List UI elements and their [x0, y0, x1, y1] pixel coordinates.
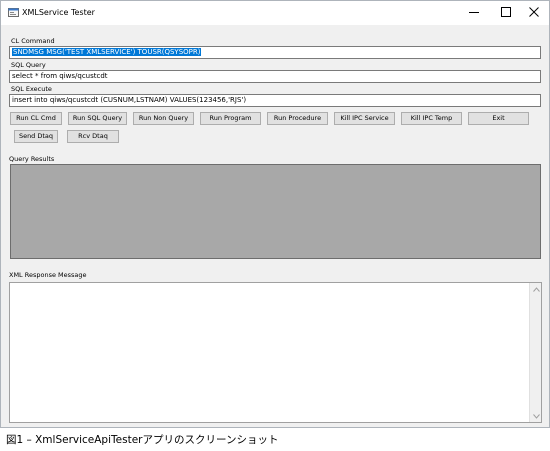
scroll-down-button[interactable] — [530, 410, 542, 422]
maximize-button[interactable] — [491, 1, 521, 23]
sql-query-input[interactable]: select * from qiws/qcustcdt — [9, 70, 541, 83]
query-results-grid[interactable] — [10, 164, 541, 259]
xml-response-textarea[interactable] — [9, 282, 542, 423]
xml-response-scrollbar[interactable] — [529, 283, 541, 422]
title-bar[interactable]: XMLService Tester — [1, 1, 549, 25]
sql-query-value: select * from qiws/qcustcdt — [12, 72, 108, 80]
sql-execute-value: insert into qiws/qcustcdt (CUSNUM,LSTNAM… — [12, 96, 247, 104]
run-procedure-button[interactable]: Run Procedure — [267, 112, 328, 125]
close-icon — [529, 7, 539, 17]
run-sql-query-button[interactable]: Run SQL Query — [68, 112, 127, 125]
run-program-button[interactable]: Run Program — [200, 112, 261, 125]
cl-command-input[interactable]: SNDMSG MSG('TEST XMLSERVICE') TOUSR(QSYS… — [9, 46, 541, 59]
sql-execute-input[interactable]: insert into qiws/qcustcdt (CUSNUM,LSTNAM… — [9, 94, 541, 107]
app-window: XMLService Tester CL Command SNDMSG MSG(… — [0, 0, 550, 428]
window-title: XMLService Tester — [22, 8, 95, 17]
kill-ipc-temp-button[interactable]: Kill IPC Temp — [401, 112, 462, 125]
kill-ipc-service-button[interactable]: Kill IPC Service — [334, 112, 395, 125]
exit-button[interactable]: Exit — [468, 112, 529, 125]
close-button[interactable] — [519, 1, 549, 23]
sql-execute-label: SQL Execute — [11, 85, 52, 93]
minimize-icon — [469, 12, 479, 13]
figure-caption: 図1 – XmlServiceApiTesterアプリのスクリーンショット — [6, 434, 279, 446]
maximize-icon — [501, 7, 511, 17]
app-icon — [8, 8, 19, 17]
sql-query-label: SQL Query — [11, 61, 46, 69]
scroll-up-button[interactable] — [530, 283, 542, 295]
chevron-up-icon — [532, 286, 540, 292]
form-client-area: CL Command SNDMSG MSG('TEST XMLSERVICE')… — [1, 25, 549, 427]
rcv-dtaq-button[interactable]: Rcv Dtaq — [67, 130, 119, 143]
query-results-label: Query Results — [9, 155, 55, 163]
cl-command-value: SNDMSG MSG('TEST XMLSERVICE') TOUSR(QSYS… — [12, 48, 202, 56]
minimize-button[interactable] — [459, 1, 489, 23]
run-non-query-button[interactable]: Run Non Query — [133, 112, 194, 125]
chevron-down-icon — [532, 413, 540, 419]
send-dtaq-button[interactable]: Send Dtaq — [14, 130, 58, 143]
cl-command-label: CL Command — [11, 37, 55, 45]
run-cl-cmd-button[interactable]: Run CL Cmd — [10, 112, 62, 125]
xml-response-label: XML Response Message — [9, 271, 87, 279]
